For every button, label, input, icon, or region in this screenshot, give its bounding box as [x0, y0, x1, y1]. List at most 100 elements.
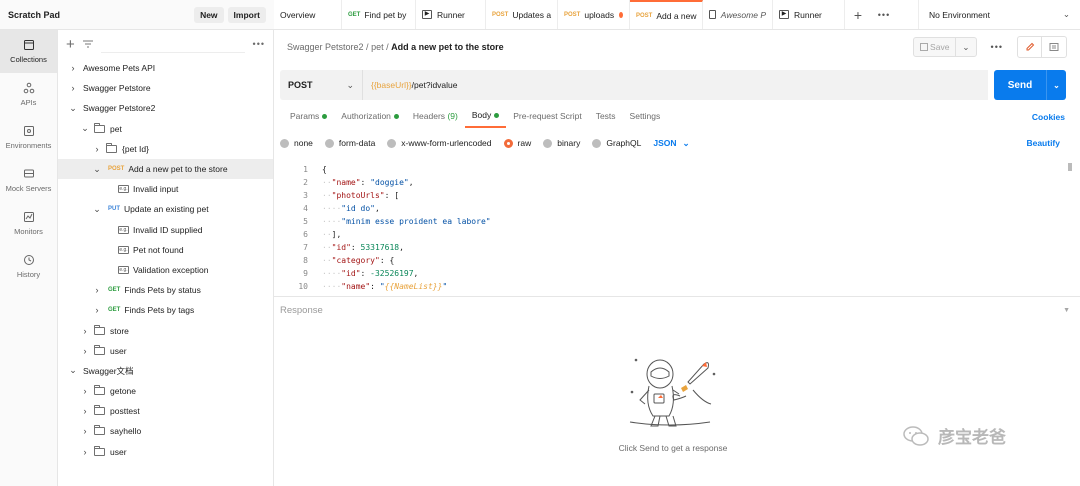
chevron-right-icon[interactable]: ›	[92, 144, 102, 154]
tree-item[interactable]: ⌄ POST Add a new pet to the store	[58, 158, 273, 180]
tab-overview[interactable]: Overview	[274, 0, 342, 29]
chevron-right-icon[interactable]: ›	[68, 63, 78, 73]
code-line[interactable]: 6 ··],	[280, 228, 1066, 241]
tree-more-button[interactable]: •••	[253, 39, 265, 49]
tree-item[interactable]: › Awesome Pets API	[58, 58, 273, 78]
chevron-down-icon[interactable]: ⌄	[1046, 70, 1066, 100]
filter-icon[interactable]	[82, 40, 93, 48]
chevron-right-icon[interactable]: ›	[80, 426, 90, 436]
tab-awesome-pets[interactable]: Awesome P	[703, 0, 773, 29]
add-collection-button[interactable]: +	[66, 37, 75, 52]
tab-uploads[interactable]: POST uploads	[558, 0, 630, 29]
collection-search-input[interactable]	[100, 35, 245, 53]
editor-scrollbar[interactable]	[1068, 163, 1072, 171]
workspace-name[interactable]: Scratch Pad	[8, 10, 60, 20]
chevron-right-icon[interactable]: ›	[80, 406, 90, 416]
code-line[interactable]: 8 ··"category": {	[280, 254, 1066, 267]
rail-collections[interactable]: Collections	[0, 30, 57, 73]
save-button[interactable]: Save ⌄	[912, 37, 977, 57]
tree-item[interactable]: › getone	[58, 381, 273, 401]
code-line[interactable]: 7 ··"id": 53317618,	[280, 241, 1066, 254]
pane-divider[interactable]	[274, 296, 1080, 297]
tab-tests[interactable]: Tests	[589, 107, 623, 127]
code-line[interactable]: 3 ··"photoUrls": [	[280, 189, 1066, 202]
radio-form-data[interactable]: form-data	[324, 138, 375, 148]
code-line[interactable]: 10 ····"name": "{{NameList}}"	[280, 280, 1066, 292]
radio-raw[interactable]: raw	[503, 138, 531, 148]
tree-item[interactable]: › GET Finds Pets by tags	[58, 300, 273, 320]
method-select[interactable]: POST ⌄	[280, 70, 362, 100]
more-actions-button[interactable]: •••	[983, 42, 1011, 52]
tab-headers[interactable]: Headers (9)	[406, 107, 465, 127]
tree-item[interactable]: ⌄ pet	[58, 119, 273, 139]
tab-settings[interactable]: Settings	[623, 107, 668, 127]
tree-item[interactable]: e.g. Invalid input	[58, 179, 273, 199]
new-button[interactable]: New	[194, 6, 224, 23]
tab-runner[interactable]: ▶ Runner	[416, 0, 486, 29]
chevron-down-icon[interactable]: ⌄	[68, 365, 78, 376]
breadcrumb-request[interactable]: Add a new pet to the store	[391, 42, 504, 52]
breadcrumb-collection[interactable]: Swagger Petstore2	[287, 42, 364, 52]
send-button[interactable]: Send ⌄	[994, 70, 1066, 100]
breadcrumb-folder[interactable]: pet	[371, 42, 384, 52]
tree-item[interactable]: › posttest	[58, 401, 273, 421]
tree-item[interactable]: ⌄ PUT Update an existing pet	[58, 199, 273, 219]
tab-updates[interactable]: POST Updates a	[486, 0, 558, 29]
tree-item[interactable]: › {pet Id}	[58, 139, 273, 159]
radio-none[interactable]: none	[280, 138, 313, 148]
rail-apis[interactable]: APIs	[0, 73, 57, 116]
chevron-down-icon[interactable]: ⌄	[92, 204, 102, 215]
environment-selector[interactable]: No Environment ⌄	[918, 0, 1080, 29]
code-line[interactable]: 9 ····"id": -32526197,	[280, 267, 1066, 280]
comment-icon[interactable]	[1042, 37, 1066, 57]
radio-urlencoded[interactable]: x-www-form-urlencoded	[387, 138, 492, 148]
code-line[interactable]: 5 ····"minim esse proident ea labore"	[280, 215, 1066, 228]
edit-icon[interactable]	[1018, 37, 1042, 57]
tree-item[interactable]: e.g. Pet not found	[58, 240, 273, 260]
tree-item[interactable]: › user	[58, 341, 273, 361]
cookies-link[interactable]: Cookies	[1032, 112, 1071, 122]
chevron-down-icon[interactable]: ⌄	[955, 38, 975, 56]
import-button[interactable]: Import	[227, 6, 266, 23]
rail-environments[interactable]: Environments	[0, 116, 57, 159]
tab-authorization[interactable]: Authorization	[334, 107, 406, 127]
chevron-right-icon[interactable]: ›	[92, 285, 102, 295]
tab-add-new-pet[interactable]: POST Add a new	[630, 0, 703, 29]
code-line[interactable]: 4 ····"id do",	[280, 202, 1066, 215]
body-code-editor[interactable]: 1{2 ··"name": "doggie", 3 ··"photoUrls": [4…	[280, 163, 1066, 292]
tree-item[interactable]: › GET Finds Pets by status	[58, 280, 273, 300]
chevron-down-icon[interactable]: ▼	[1063, 307, 1070, 314]
rail-mock-servers[interactable]: Mock Servers	[0, 159, 57, 202]
chevron-down-icon[interactable]: ⌄	[68, 103, 78, 114]
code-line[interactable]: 2 ··"name": "doggie",	[280, 176, 1066, 189]
code-line[interactable]: 1{	[280, 163, 1066, 176]
tree-item[interactable]: e.g. Invalid ID supplied	[58, 220, 273, 240]
tree-item[interactable]: e.g. Validation exception	[58, 260, 273, 280]
chevron-down-icon[interactable]: ⌄	[80, 123, 90, 134]
chevron-right-icon[interactable]: ›	[80, 346, 90, 356]
tab-body[interactable]: Body	[464, 106, 507, 128]
chevron-right-icon[interactable]: ›	[68, 83, 78, 93]
tree-item[interactable]: › Swagger Petstore	[58, 78, 273, 98]
chevron-down-icon[interactable]: ⌄	[92, 164, 102, 175]
chevron-right-icon[interactable]: ›	[80, 447, 90, 457]
rail-history[interactable]: History	[0, 245, 57, 288]
tree-item[interactable]: ⌄ Swagger Petstore2	[58, 98, 273, 118]
tab-params[interactable]: Params	[283, 107, 334, 127]
beautify-button[interactable]: Beautify	[1026, 138, 1066, 148]
new-tab-button[interactable]: +	[845, 0, 871, 29]
url-input[interactable]: {{baseUrl}}/pet?idvalue	[362, 70, 988, 100]
rail-monitors[interactable]: Monitors	[0, 202, 57, 245]
tree-item[interactable]: › sayhello	[58, 421, 273, 441]
chevron-right-icon[interactable]: ›	[80, 326, 90, 336]
tree-item[interactable]: › store	[58, 320, 273, 340]
tab-find-pet[interactable]: GET Find pet by	[342, 0, 416, 29]
raw-format-select[interactable]: JSON ⌄	[653, 138, 689, 149]
chevron-right-icon[interactable]: ›	[80, 386, 90, 396]
radio-graphql[interactable]: GraphQL	[592, 138, 641, 148]
radio-binary[interactable]: binary	[543, 138, 580, 148]
tree-item[interactable]: › user	[58, 442, 273, 462]
chevron-right-icon[interactable]: ›	[92, 305, 102, 315]
tree-item[interactable]: ⌄ Swagger文档	[58, 361, 273, 381]
tabs-more-button[interactable]: •••	[871, 0, 897, 29]
